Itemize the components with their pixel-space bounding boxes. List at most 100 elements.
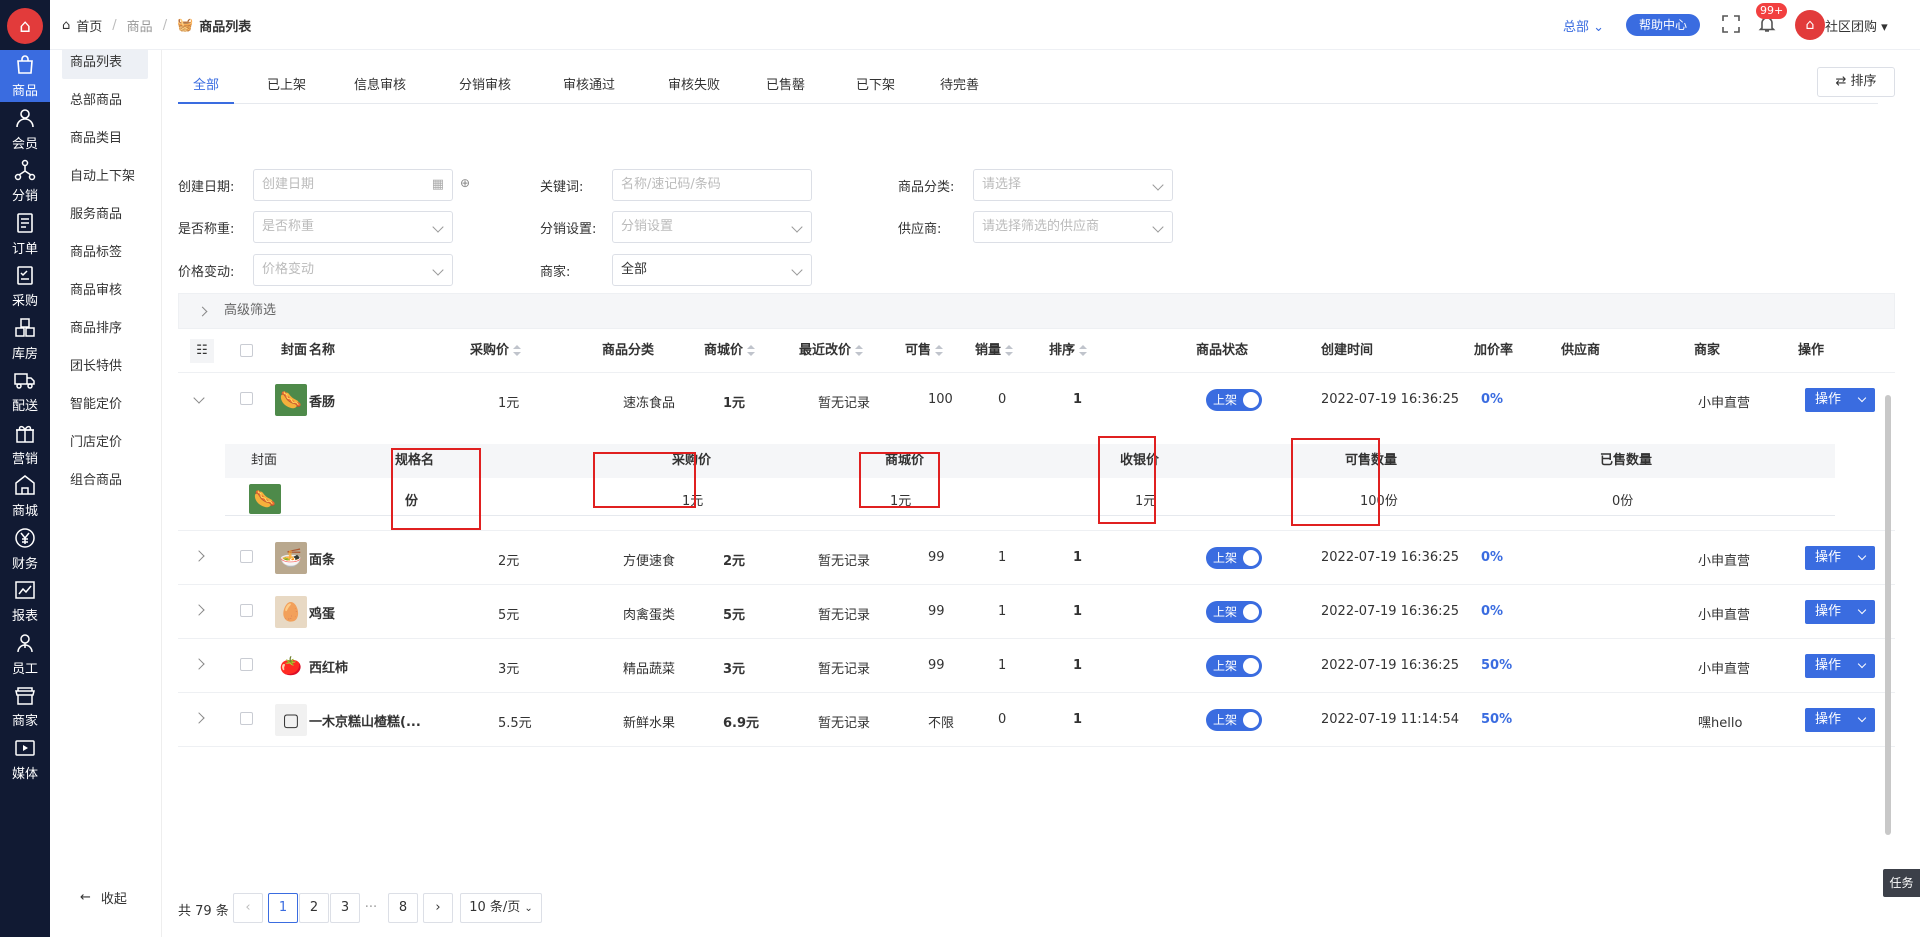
row-action-button[interactable]: 操作	[1805, 654, 1875, 678]
next-page-button[interactable]: ›	[423, 893, 453, 923]
help-center-button[interactable]: 帮助中心	[1626, 14, 1700, 36]
chevron-right-icon[interactable]	[193, 658, 205, 670]
chevron-down-icon[interactable]	[193, 392, 205, 404]
rail-item-bag[interactable]: 商品	[0, 50, 50, 102]
sort-button[interactable]: ⇄ 排序	[1817, 67, 1895, 97]
avatar[interactable]: ⌂	[1795, 10, 1825, 40]
row-action-button[interactable]: 操作	[1805, 708, 1875, 732]
tab-item[interactable]: 信息审核	[342, 68, 418, 104]
create-date-input[interactable]: 创建日期 ▦	[253, 169, 453, 201]
submenu-item[interactable]: 服务商品	[62, 199, 148, 231]
rail-item-purchase[interactable]: 采购	[0, 260, 50, 312]
rail-item-share[interactable]: 分销	[0, 155, 50, 207]
submenu-item[interactable]: 团长特供	[62, 351, 148, 383]
supplier-select[interactable]: 请选择筛选的供应商	[973, 211, 1173, 243]
product-name[interactable]: 西红柿	[309, 657, 348, 676]
tab-item[interactable]: 全部	[178, 68, 235, 104]
rail-item-staff[interactable]: 员工	[0, 628, 50, 680]
merchant-select[interactable]: 全部	[612, 254, 812, 286]
status-toggle[interactable]: 上架	[1206, 389, 1262, 411]
row-checkbox[interactable]	[240, 604, 253, 617]
advanced-filter-bar[interactable]: 高级筛选	[178, 293, 1895, 329]
status-toggle[interactable]: 上架	[1206, 655, 1262, 677]
rail-item-media[interactable]: 媒体	[0, 733, 50, 785]
app-logo[interactable]: ⌂	[7, 8, 43, 44]
status-toggle[interactable]: 上架	[1206, 547, 1262, 569]
page-button[interactable]: 2	[299, 893, 329, 923]
chevron-right-icon[interactable]	[193, 712, 205, 724]
tab-item[interactable]: 已上架	[255, 68, 318, 104]
column-header[interactable]: 可售	[905, 329, 944, 373]
row-checkbox[interactable]	[240, 550, 253, 563]
product-name[interactable]: 一木京糕山楂糕(...	[309, 711, 421, 730]
submenu-item[interactable]: 商品审核	[62, 275, 148, 307]
page-button[interactable]: 1	[268, 893, 298, 923]
breadcrumb-goods[interactable]: 商品	[127, 16, 153, 35]
hq-dropdown[interactable]: 总部 ⌄	[1563, 16, 1604, 35]
submenu-item[interactable]: 门店定价	[62, 427, 148, 459]
tab-item[interactable]: 审核失败	[656, 68, 732, 104]
column-header[interactable]: 排序	[1049, 329, 1088, 373]
tab-item[interactable]: 已下架	[844, 68, 907, 104]
page-button[interactable]: 3	[330, 893, 360, 923]
chevron-right-icon[interactable]	[193, 550, 205, 562]
column-header[interactable]: 销量	[975, 329, 1014, 373]
rail-item-user[interactable]: 会员	[0, 103, 50, 155]
column-header[interactable]: 商城价	[704, 329, 756, 373]
tab-item[interactable]: 已售罄	[754, 68, 817, 104]
tab-item[interactable]: 分销审核	[447, 68, 523, 104]
row-action-button[interactable]: 操作	[1805, 388, 1875, 412]
keyword-input[interactable]: 名称/速记码/条码	[612, 169, 812, 201]
submenu-item[interactable]: 商品列表	[62, 47, 148, 79]
table-scrollbar[interactable]	[1885, 395, 1891, 835]
submenu-item[interactable]: 组合商品	[62, 465, 148, 497]
product-name[interactable]: 香肠	[309, 391, 335, 410]
user-dropdown[interactable]: 社区团购 ▾	[1825, 16, 1888, 35]
sort-icon[interactable]	[935, 344, 944, 357]
rail-item-yen[interactable]: 财务	[0, 523, 50, 575]
prev-page-button[interactable]: ‹	[233, 893, 263, 923]
distribution-select[interactable]: 分销设置	[612, 211, 812, 243]
column-settings-icon[interactable]: ☷	[190, 339, 214, 363]
fullscreen-icon[interactable]	[1722, 15, 1740, 33]
category-select[interactable]: 请选择	[973, 169, 1173, 201]
tab-item[interactable]: 审核通过	[551, 68, 627, 104]
product-name[interactable]: 面条	[309, 549, 335, 568]
row-action-button[interactable]: 操作	[1805, 600, 1875, 624]
row-action-button[interactable]: 操作	[1805, 546, 1875, 570]
chevron-right-icon[interactable]	[193, 604, 205, 616]
breadcrumb-home[interactable]: 首页	[76, 16, 102, 35]
column-header[interactable]: 最近改价	[799, 329, 864, 373]
sort-icon[interactable]	[1079, 344, 1088, 357]
weigh-select[interactable]: 是否称重	[253, 211, 453, 243]
sort-icon[interactable]	[1005, 344, 1014, 357]
rail-item-chart[interactable]: 报表	[0, 575, 50, 627]
sort-icon[interactable]	[513, 344, 522, 357]
column-header[interactable]: 采购价	[470, 329, 522, 373]
rail-item-order[interactable]: 订单	[0, 208, 50, 260]
select-all-checkbox[interactable]	[240, 344, 253, 357]
price-change-select[interactable]: 价格变动	[253, 254, 453, 286]
submenu-item[interactable]: 总部商品	[62, 85, 148, 117]
row-checkbox[interactable]	[240, 392, 253, 405]
task-button[interactable]: 任务	[1883, 869, 1920, 897]
sort-icon[interactable]	[747, 344, 756, 357]
add-circle-icon[interactable]: ⊕	[460, 176, 470, 190]
page-button[interactable]: 8	[388, 893, 418, 923]
submenu-item[interactable]: 商品类目	[62, 123, 148, 155]
collapse-menu-button[interactable]: ← 收起	[80, 888, 127, 907]
submenu-item[interactable]: 自动上下架	[62, 161, 148, 193]
product-name[interactable]: 鸡蛋	[309, 603, 335, 622]
rail-item-warehouse[interactable]: 库房	[0, 313, 50, 365]
submenu-item[interactable]: 商品排序	[62, 313, 148, 345]
page-size-select[interactable]: 10 条/页 ⌄	[460, 893, 542, 923]
tab-item[interactable]: 待完善	[928, 68, 991, 104]
status-toggle[interactable]: 上架	[1206, 709, 1262, 731]
status-toggle[interactable]: 上架	[1206, 601, 1262, 623]
sort-icon[interactable]	[855, 344, 864, 357]
row-checkbox[interactable]	[240, 658, 253, 671]
submenu-item[interactable]: 商品标签	[62, 237, 148, 269]
submenu-item[interactable]: 智能定价	[62, 389, 148, 421]
rail-item-truck[interactable]: 配送	[0, 365, 50, 417]
row-checkbox[interactable]	[240, 712, 253, 725]
